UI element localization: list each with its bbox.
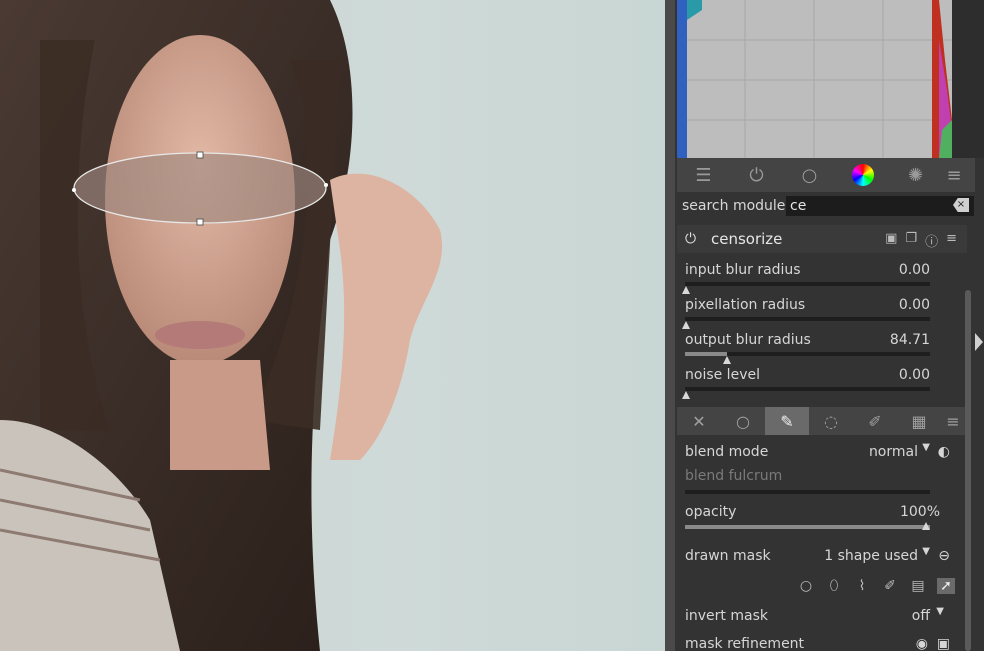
dropdown-arrow-icon[interactable]: ▼ bbox=[936, 606, 944, 617]
slider-value: 0.00 bbox=[898, 367, 930, 383]
mask-off-icon[interactable]: ✕ bbox=[677, 407, 721, 435]
drawn-mask-value[interactable]: 1 shape used bbox=[824, 548, 918, 564]
mask-refinement-label: mask refinement bbox=[685, 636, 805, 651]
histogram[interactable] bbox=[677, 0, 952, 158]
slider-track[interactable] bbox=[685, 282, 930, 286]
slider-knob[interactable] bbox=[682, 321, 690, 329]
ellipse-shape-icon[interactable]: ⬯ bbox=[825, 578, 843, 594]
gradient-shape-icon[interactable]: ▤ bbox=[909, 578, 927, 594]
raster-mask-icon[interactable]: ▦ bbox=[897, 407, 941, 435]
slider-noise-level[interactable]: noise level 0.00 bbox=[682, 367, 930, 399]
slider-label: noise level bbox=[685, 367, 760, 383]
slider-track[interactable] bbox=[685, 317, 930, 321]
blend-fulcrum-row[interactable]: blend fulcrum bbox=[685, 468, 950, 490]
effects-icon[interactable]: ✺ bbox=[889, 158, 942, 192]
mask-toggle-icon[interactable]: ▣ bbox=[937, 636, 950, 651]
shape-tools: ○ ⬯ ⌇ ✐ ▤ ➚ bbox=[797, 578, 955, 594]
eye-icon[interactable]: ◉ bbox=[916, 636, 928, 651]
histogram-side-strip bbox=[952, 0, 984, 158]
blend-mode-value[interactable]: normal bbox=[869, 444, 918, 460]
mask-mode-tabs: ✕ ○ ✎ ◌ ✐ ▦ ≡ bbox=[677, 407, 965, 435]
path-shape-icon[interactable]: ⌇ bbox=[853, 578, 871, 594]
expand-panel-arrow-icon[interactable] bbox=[975, 333, 983, 351]
invert-mask-row[interactable]: invert mask off ▼ bbox=[685, 606, 950, 630]
slider-track[interactable] bbox=[685, 387, 930, 391]
module-power-icon[interactable]: ⏻ bbox=[685, 232, 699, 246]
slider-knob[interactable] bbox=[723, 356, 731, 364]
opacity-value: 100% bbox=[899, 504, 940, 520]
slider-knob[interactable] bbox=[682, 286, 690, 294]
search-row: search module × bbox=[677, 193, 975, 219]
mask-refinement-row[interactable]: mask refinement ◉ ▣ bbox=[685, 636, 950, 651]
opacity-label: opacity bbox=[685, 504, 737, 520]
blend-fulcrum-label: blend fulcrum bbox=[685, 468, 783, 484]
blend-toggle-icon[interactable]: ◐ bbox=[938, 444, 950, 460]
brush-shape-icon[interactable]: ✐ bbox=[881, 578, 899, 594]
mask-menu-icon[interactable]: ≡ bbox=[941, 407, 965, 435]
blend-mode-label: blend mode bbox=[685, 444, 769, 460]
dropdown-arrow-icon[interactable]: ▼ bbox=[922, 546, 930, 557]
opacity-knob[interactable] bbox=[922, 522, 930, 530]
remove-mask-icon[interactable]: ⊖ bbox=[938, 548, 950, 564]
circle-shape-icon[interactable]: ○ bbox=[797, 578, 815, 594]
drawn-mask-row[interactable]: drawn mask 1 shape used ▼ ⊖ bbox=[685, 546, 950, 570]
menu-icon[interactable]: ≡ bbox=[942, 158, 966, 192]
power-icon[interactable]: ⏻ bbox=[730, 158, 783, 192]
drawn-parametric-mask-icon[interactable]: ✐ bbox=[853, 407, 897, 435]
slider-label: output blur radius bbox=[685, 332, 811, 348]
multi-instance-icon[interactable]: ❐ bbox=[905, 231, 917, 250]
slider-pixellation-radius[interactable]: pixellation radius 0.00 bbox=[682, 297, 930, 329]
slider-fill bbox=[685, 352, 727, 356]
histogram-plot bbox=[677, 0, 952, 158]
color-wheel-icon[interactable] bbox=[836, 158, 889, 192]
portrait-photo bbox=[0, 0, 443, 651]
search-label: search module bbox=[682, 198, 786, 214]
module-title: censorize bbox=[711, 230, 783, 248]
search-input[interactable] bbox=[786, 196, 974, 216]
opacity-track[interactable] bbox=[685, 525, 930, 529]
slider-value: 0.00 bbox=[898, 262, 930, 278]
opacity-row[interactable]: opacity 100% bbox=[685, 504, 950, 526]
slider-label: pixellation radius bbox=[685, 297, 806, 313]
circle-icon[interactable]: ○ bbox=[783, 158, 836, 192]
invert-mask-label: invert mask bbox=[685, 608, 768, 624]
slider-label: input blur radius bbox=[685, 262, 801, 278]
blend-fulcrum-track[interactable] bbox=[685, 490, 930, 494]
reset-icon[interactable]: ⓘ bbox=[925, 231, 938, 250]
blend-mode-row[interactable]: blend mode normal ▼ ◐ bbox=[685, 442, 950, 466]
right-panel: ☰ ⏻ ○ ✺ ≡ search module × ⏻ censorize ▣ … bbox=[675, 0, 984, 651]
module-header[interactable]: ⏻ censorize ▣ ❐ ⓘ ≡ bbox=[677, 225, 967, 253]
image-canvas[interactable] bbox=[0, 0, 665, 651]
presets-menu-icon[interactable]: ≡ bbox=[946, 231, 957, 250]
parametric-mask-icon[interactable]: ◌ bbox=[809, 407, 853, 435]
slider-output-blur-radius[interactable]: output blur radius 84.71 bbox=[685, 332, 930, 364]
uniform-mask-icon[interactable]: ○ bbox=[721, 407, 765, 435]
invert-mask-value[interactable]: off bbox=[912, 608, 930, 624]
panel-scrollbar[interactable] bbox=[965, 290, 971, 651]
panel-divider bbox=[665, 0, 675, 651]
slider-value: 84.71 bbox=[889, 332, 930, 348]
mask-indicator-icon[interactable]: ▣ bbox=[885, 231, 897, 250]
drawn-mask-icon[interactable]: ✎ bbox=[765, 407, 809, 435]
edit-shapes-icon[interactable]: ➚ bbox=[937, 578, 955, 594]
module-group-tabs: ☰ ⏻ ○ ✺ ≡ bbox=[677, 158, 975, 192]
drawn-mask-label: drawn mask bbox=[685, 548, 771, 564]
sliders-icon[interactable]: ☰ bbox=[677, 158, 730, 192]
slider-input-blur-radius[interactable]: input blur radius 0.00 bbox=[682, 262, 930, 294]
dropdown-arrow-icon[interactable]: ▼ bbox=[922, 442, 930, 453]
slider-value: 0.00 bbox=[898, 297, 930, 313]
slider-knob[interactable] bbox=[682, 391, 690, 399]
